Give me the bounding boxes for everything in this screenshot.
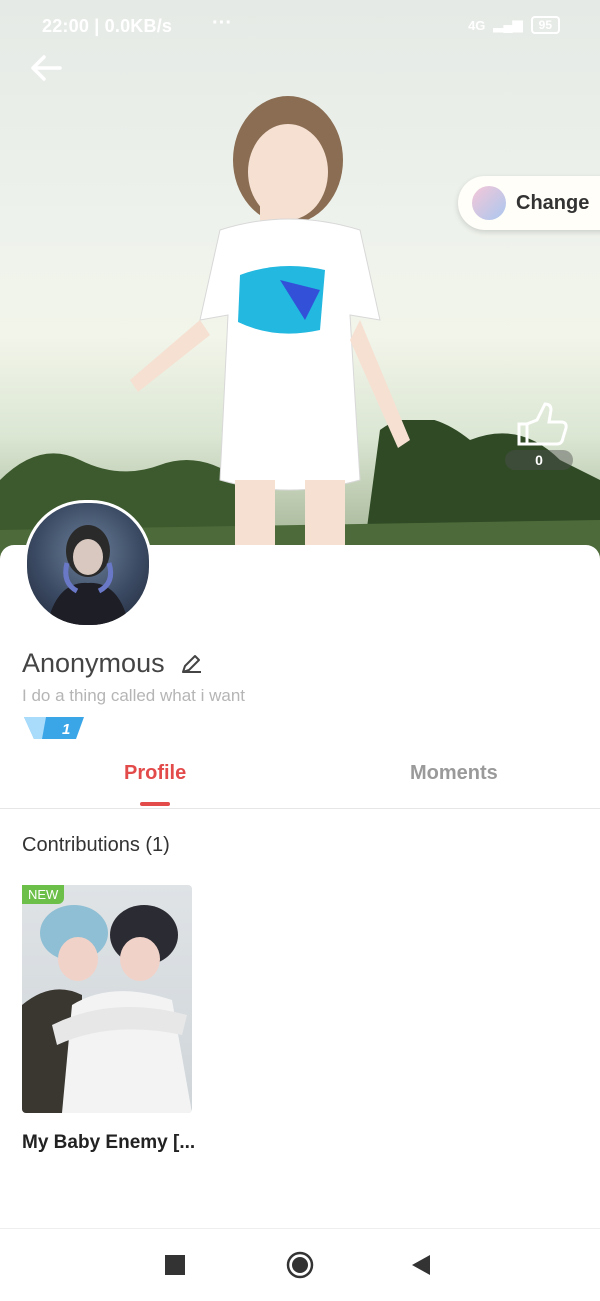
nav-square-icon[interactable] [165,1255,185,1275]
battery-indicator: 95 [530,16,560,34]
back-arrow-icon[interactable] [26,48,66,88]
nav-home-icon[interactable] [286,1251,314,1279]
avatar-portrait [47,525,129,625]
like-count: 0 [505,450,573,470]
status-right: 4G ▂▄▆ 95 [468,16,560,34]
avatar[interactable] [24,500,152,628]
thumbs-up-icon [517,402,568,446]
change-label: Change [516,191,590,214]
tab-profile[interactable]: Profile [124,762,186,785]
book-cover-art [22,905,192,1113]
status-time-speed: 22:00 | 0.0KB/s [42,16,173,36]
change-cover-button[interactable]: Change [458,176,600,230]
level-badge: 1 [24,717,84,739]
contribution-cover[interactable] [22,885,192,1113]
like-button[interactable]: 0 [505,398,573,472]
profile-tabs: Profile Moments [0,756,600,809]
new-badge: NEW [22,885,65,904]
contributions-title: Contributions (1) [22,834,170,856]
level-number: 1 [62,721,70,738]
change-thumb-icon [472,186,506,220]
status-bar: 22:00 | 0.0KB/s ··· 4G ▂▄▆ 95 [0,0,600,56]
status-more-dots: ··· [212,12,232,34]
profile-cover [0,0,600,560]
edit-pencil-icon[interactable] [179,652,203,676]
nav-back-icon[interactable] [410,1253,432,1277]
profile-bio: I do a thing called what i want [22,686,246,705]
cover-character [130,96,410,560]
system-nav-bar [0,1228,600,1301]
profile-name: Anonymous [22,648,165,678]
tab-indicator [140,802,170,806]
name-row: Anonymous [22,648,203,679]
network-indicator: 4G [468,17,486,33]
tab-moments[interactable]: Moments [410,762,498,785]
contribution-title[interactable]: My Baby Enemy [... [22,1132,195,1154]
signal-icon: ▂▄▆ [493,17,523,32]
